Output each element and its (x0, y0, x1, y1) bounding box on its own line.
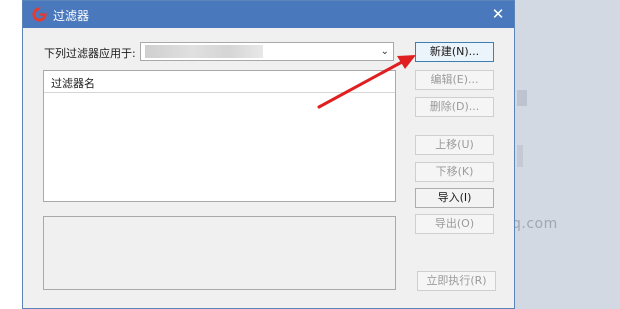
filter-list[interactable]: 过滤器名 (43, 70, 396, 202)
import-button[interactable]: 导入(I) (415, 188, 494, 208)
filter-description-box (43, 216, 396, 290)
background-element (517, 145, 523, 167)
background-window (515, 0, 620, 309)
chevron-down-icon[interactable]: ⌄ (381, 43, 389, 60)
blurred-value (145, 45, 263, 58)
filter-dialog: 过滤器 ✕ 下列过滤器应用于: ⌄ 过滤器名 新建(N)... 编辑(E)...… (22, 0, 515, 309)
close-icon[interactable]: ✕ (488, 4, 508, 24)
apply-to-label: 下列过滤器应用于: (44, 47, 136, 60)
list-column-header[interactable]: 过滤器名 (44, 71, 395, 93)
move-down-button[interactable]: 下移(K) (415, 162, 494, 182)
new-button[interactable]: 新建(N)... (415, 42, 494, 62)
app-logo-icon (32, 7, 47, 22)
apply-to-select[interactable]: ⌄ (140, 42, 394, 61)
title-bar[interactable]: 过滤器 ✕ (23, 1, 514, 28)
background-watermark: q.com (512, 216, 558, 232)
move-up-button[interactable]: 上移(U) (415, 135, 494, 155)
edit-button[interactable]: 编辑(E)... (415, 70, 494, 90)
export-button[interactable]: 导出(O) (415, 214, 494, 234)
column-header-filter-name: 过滤器名 (51, 77, 95, 90)
delete-button[interactable]: 删除(D)... (415, 97, 494, 117)
background-element (517, 90, 527, 106)
dialog-title: 过滤器 (53, 9, 90, 23)
run-now-button[interactable]: 立即执行(R) (417, 271, 496, 291)
